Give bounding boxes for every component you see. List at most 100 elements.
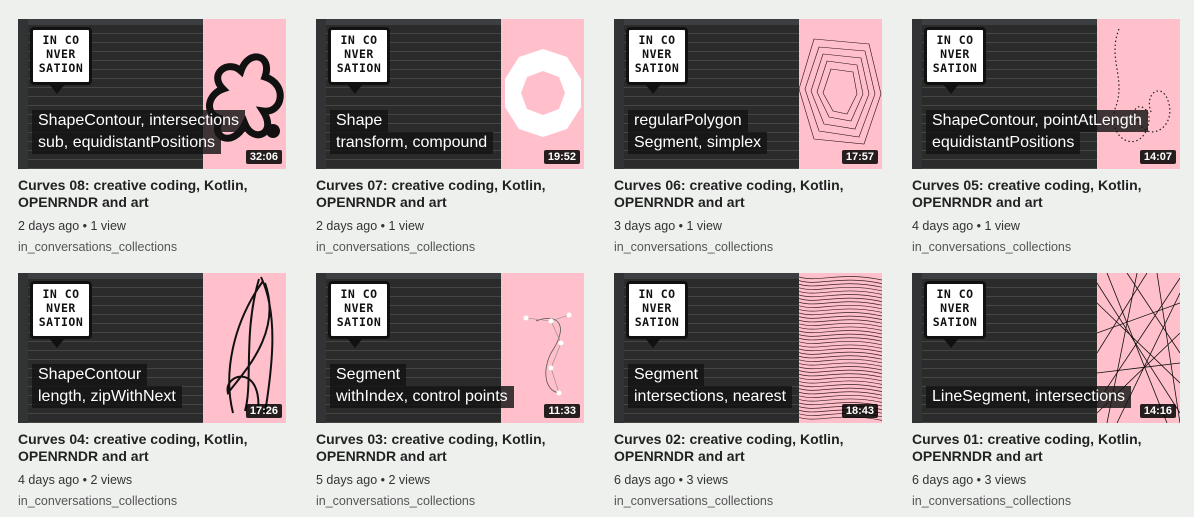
logo-line: NVER bbox=[642, 301, 672, 315]
view-count: 1 view bbox=[388, 219, 424, 233]
upload-age: 6 days ago bbox=[912, 473, 974, 487]
view-count: 2 views bbox=[388, 473, 431, 487]
logo-line: IN CO bbox=[42, 287, 80, 301]
video-thumbnail[interactable]: IN CO NVER SATION Shape transform, compou… bbox=[316, 19, 584, 169]
logo-line: SATION bbox=[932, 61, 978, 75]
logo-line: IN CO bbox=[936, 33, 974, 47]
upload-age: 2 days ago bbox=[316, 219, 378, 233]
thumbnail-caption: Segment withIndex, control points bbox=[330, 364, 514, 408]
video-thumbnail[interactable]: IN CO NVER SATION regularPolygon Segment,… bbox=[614, 19, 882, 169]
video-thumbnail[interactable]: IN CO NVER SATION ShapeContour, pointAtL… bbox=[912, 19, 1180, 169]
logo-line: IN CO bbox=[638, 287, 676, 301]
caption-line: length, zipWithNext bbox=[32, 386, 182, 408]
logo-line: IN CO bbox=[42, 33, 80, 47]
video-title[interactable]: Curves 01: creative coding, Kotlin, OPEN… bbox=[912, 431, 1180, 465]
duration-badge: 17:57 bbox=[841, 150, 878, 164]
logo-line: NVER bbox=[940, 301, 970, 315]
channel-link[interactable]: in_conversations_collections bbox=[18, 493, 286, 509]
thumbnail-caption: ShapeContour length, zipWithNext bbox=[32, 364, 182, 408]
in-conversation-logo: IN CO NVER SATION bbox=[924, 281, 986, 348]
view-count: 1 view bbox=[984, 219, 1020, 233]
channel-link[interactable]: in_conversations_collections bbox=[316, 239, 584, 255]
video-thumbnail[interactable]: IN CO NVER SATION ShapeContour length, zi… bbox=[18, 273, 286, 423]
video-title[interactable]: Curves 06: creative coding, Kotlin, OPEN… bbox=[614, 177, 882, 211]
logo-line: SATION bbox=[336, 61, 382, 75]
video-title[interactable]: Curves 08: creative coding, Kotlin, OPEN… bbox=[18, 177, 286, 211]
video-title[interactable]: Curves 07: creative coding, Kotlin, OPEN… bbox=[316, 177, 584, 211]
caption-line: transform, compound bbox=[330, 132, 494, 154]
in-conversation-logo: IN CO NVER SATION bbox=[328, 281, 390, 348]
logo-line: SATION bbox=[932, 315, 978, 329]
editor-gutter bbox=[912, 273, 922, 423]
video-thumbnail[interactable]: IN CO NVER SATION LineSegment, intersect… bbox=[912, 273, 1180, 423]
duration-badge: 14:07 bbox=[1139, 150, 1176, 164]
video-meta: 6 days ago • 3 views bbox=[614, 473, 729, 487]
view-count: 1 view bbox=[686, 219, 722, 233]
video-thumbnail[interactable]: IN CO NVER SATION ShapeContour, intersec… bbox=[18, 19, 286, 169]
in-conversation-logo: IN CO NVER SATION bbox=[328, 27, 390, 94]
logo-line: SATION bbox=[38, 315, 84, 329]
thumbnail-caption: regularPolygon Segment, simplex bbox=[628, 110, 768, 154]
video-grid: IN CO NVER SATION ShapeContour, intersec… bbox=[0, 0, 1194, 517]
art-preview bbox=[501, 19, 584, 169]
caption-line: ShapeContour bbox=[32, 364, 148, 386]
view-count: 1 view bbox=[90, 219, 126, 233]
editor-gutter bbox=[316, 273, 326, 423]
in-conversation-logo: IN CO NVER SATION bbox=[626, 27, 688, 94]
duration-badge: 17:26 bbox=[245, 404, 282, 418]
caption-line: regularPolygon bbox=[628, 110, 748, 132]
thumbnail-caption: LineSegment, intersections bbox=[926, 386, 1131, 408]
in-conversation-logo: IN CO NVER SATION bbox=[30, 27, 92, 94]
duration-badge: 19:52 bbox=[543, 150, 580, 164]
video-thumbnail[interactable]: IN CO NVER SATION Segment withIndex, cont… bbox=[316, 273, 584, 423]
video-card: IN CO NVER SATION regularPolygon Segment,… bbox=[614, 19, 882, 255]
video-title[interactable]: Curves 03: creative coding, Kotlin, OPEN… bbox=[316, 431, 584, 465]
logo-line: IN CO bbox=[936, 287, 974, 301]
editor-gutter bbox=[614, 273, 624, 423]
channel-link[interactable]: in_conversations_collections bbox=[18, 239, 286, 255]
caption-line: equidistantPositions bbox=[926, 132, 1081, 154]
editor-toolbar bbox=[614, 19, 799, 25]
duration-badge: 14:16 bbox=[1139, 404, 1176, 418]
editor-toolbar bbox=[912, 19, 1097, 25]
channel-link[interactable]: in_conversations_collections bbox=[912, 493, 1180, 509]
video-card: IN CO NVER SATION Segment intersections, … bbox=[614, 273, 882, 509]
upload-age: 5 days ago bbox=[316, 473, 378, 487]
art-preview bbox=[799, 273, 882, 423]
editor-toolbar bbox=[316, 19, 501, 25]
channel-link[interactable]: in_conversations_collections bbox=[912, 239, 1180, 255]
channel-link[interactable]: in_conversations_collections bbox=[614, 493, 882, 509]
video-meta: 2 days ago • 1 view bbox=[18, 219, 126, 233]
upload-age: 4 days ago bbox=[18, 473, 80, 487]
channel-link[interactable]: in_conversations_collections bbox=[316, 493, 584, 509]
video-title[interactable]: Curves 02: creative coding, Kotlin, OPEN… bbox=[614, 431, 882, 465]
caption-line: intersections, nearest bbox=[628, 386, 793, 408]
duration-badge: 32:06 bbox=[245, 150, 282, 164]
view-count: 2 views bbox=[90, 473, 133, 487]
editor-toolbar bbox=[18, 273, 203, 279]
wave-lines-icon bbox=[799, 276, 882, 421]
logo-line: IN CO bbox=[340, 287, 378, 301]
logo-line: IN CO bbox=[340, 33, 378, 47]
caption-line: Segment, simplex bbox=[628, 132, 768, 154]
video-title[interactable]: Curves 04: creative coding, Kotlin, OPEN… bbox=[18, 431, 286, 465]
video-card: IN CO NVER SATION ShapeContour, intersec… bbox=[18, 19, 286, 255]
thumbnail-caption: ShapeContour, pointAtLength equidistantPo… bbox=[926, 110, 1148, 154]
editor-toolbar bbox=[614, 273, 799, 279]
logo-line: NVER bbox=[46, 301, 76, 315]
logo-line: NVER bbox=[46, 47, 76, 61]
channel-link[interactable]: in_conversations_collections bbox=[614, 239, 882, 255]
editor-toolbar bbox=[18, 19, 203, 25]
logo-line: NVER bbox=[344, 47, 374, 61]
logo-line: NVER bbox=[642, 47, 672, 61]
video-meta: 6 days ago • 3 views bbox=[912, 473, 1027, 487]
video-thumbnail[interactable]: IN CO NVER SATION Segment intersections, … bbox=[614, 273, 882, 423]
caption-line: Segment bbox=[628, 364, 705, 386]
caption-line: Segment bbox=[330, 364, 407, 386]
logo-line: SATION bbox=[634, 61, 680, 75]
caption-line: Shape bbox=[330, 110, 389, 132]
logo-line: NVER bbox=[344, 301, 374, 315]
video-title[interactable]: Curves 05: creative coding, Kotlin, OPEN… bbox=[912, 177, 1180, 211]
caption-line: sub, equidistantPositions bbox=[32, 132, 221, 154]
view-count: 3 views bbox=[984, 473, 1027, 487]
